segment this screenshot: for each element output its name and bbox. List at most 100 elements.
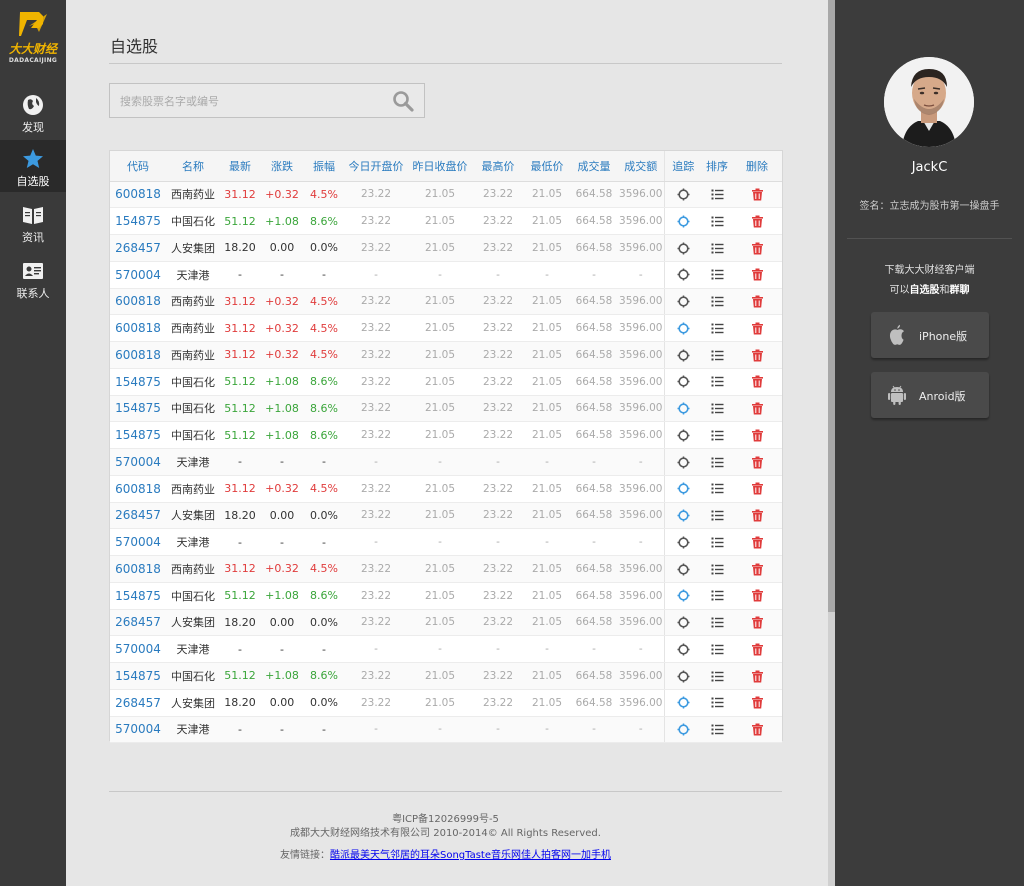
stock-code-link[interactable]: 600818 bbox=[110, 555, 166, 583]
crosshair-icon[interactable] bbox=[677, 268, 690, 281]
stock-code-link[interactable]: 268457 bbox=[110, 609, 166, 637]
stock-code-link[interactable]: 154875 bbox=[110, 395, 166, 423]
trash-icon[interactable] bbox=[751, 482, 764, 495]
stock-code-link[interactable]: 154875 bbox=[110, 421, 166, 449]
trash-icon[interactable] bbox=[751, 723, 764, 736]
trash-icon[interactable] bbox=[751, 402, 764, 415]
trash-icon[interactable] bbox=[751, 563, 764, 576]
stock-code-link[interactable]: 154875 bbox=[110, 662, 166, 690]
crosshair-icon[interactable] bbox=[677, 188, 690, 201]
list-sort-icon[interactable] bbox=[711, 670, 724, 683]
stock-code-link[interactable]: 268457 bbox=[110, 502, 166, 530]
trash-icon[interactable] bbox=[751, 589, 764, 602]
crosshair-icon[interactable] bbox=[677, 429, 690, 442]
trash-icon[interactable] bbox=[751, 696, 764, 709]
trash-icon[interactable] bbox=[751, 456, 764, 469]
search-icon[interactable] bbox=[392, 90, 414, 112]
crosshair-icon[interactable] bbox=[677, 242, 690, 255]
footer-link[interactable]: 酷派最美天气 bbox=[330, 850, 390, 861]
stock-code-link[interactable]: 570004 bbox=[110, 448, 166, 476]
stock-code-link[interactable]: 154875 bbox=[110, 582, 166, 610]
list-sort-icon[interactable] bbox=[711, 375, 724, 388]
trash-icon[interactable] bbox=[751, 268, 764, 281]
trash-icon[interactable] bbox=[751, 215, 764, 228]
trash-icon[interactable] bbox=[751, 670, 764, 683]
stock-code-link[interactable]: 154875 bbox=[110, 368, 166, 396]
trash-icon[interactable] bbox=[751, 643, 764, 656]
footer-link[interactable]: 佳人 bbox=[521, 850, 541, 861]
trash-icon[interactable] bbox=[751, 242, 764, 255]
list-sort-icon[interactable] bbox=[711, 322, 724, 335]
list-sort-icon[interactable] bbox=[711, 723, 724, 736]
avatar[interactable] bbox=[884, 57, 974, 147]
android-download-button[interactable]: Anroid版 bbox=[871, 372, 989, 418]
list-sort-icon[interactable] bbox=[711, 402, 724, 415]
footer-link[interactable]: SongTaste音乐网 bbox=[440, 850, 521, 861]
crosshair-icon[interactable] bbox=[677, 643, 690, 656]
stock-code-link[interactable]: 600818 bbox=[110, 475, 166, 503]
crosshair-icon[interactable] bbox=[677, 696, 690, 709]
stock-code-link[interactable]: 268457 bbox=[110, 234, 166, 262]
search-input[interactable] bbox=[120, 92, 380, 110]
list-sort-icon[interactable] bbox=[711, 589, 724, 602]
trash-icon[interactable] bbox=[751, 375, 764, 388]
list-sort-icon[interactable] bbox=[711, 188, 724, 201]
crosshair-icon[interactable] bbox=[677, 456, 690, 469]
stock-code-link[interactable]: 154875 bbox=[110, 207, 166, 235]
stock-code-link[interactable]: 600818 bbox=[110, 288, 166, 316]
crosshair-icon[interactable] bbox=[677, 563, 690, 576]
list-sort-icon[interactable] bbox=[711, 456, 724, 469]
crosshair-icon[interactable] bbox=[677, 723, 690, 736]
trash-icon[interactable] bbox=[751, 295, 764, 308]
list-sort-icon[interactable] bbox=[711, 482, 724, 495]
list-sort-icon[interactable] bbox=[711, 215, 724, 228]
trash-icon[interactable] bbox=[751, 536, 764, 549]
scrollbar-thumb[interactable] bbox=[828, 0, 835, 612]
list-sort-icon[interactable] bbox=[711, 563, 724, 576]
footer-link[interactable]: 拍客网 bbox=[541, 850, 571, 861]
footer-link[interactable]: 一加手机 bbox=[571, 850, 611, 861]
crosshair-icon[interactable] bbox=[677, 616, 690, 629]
stock-code-link[interactable]: 600818 bbox=[110, 314, 166, 342]
scrollbar-track[interactable] bbox=[828, 0, 835, 886]
stock-code-link[interactable]: 268457 bbox=[110, 689, 166, 717]
crosshair-icon[interactable] bbox=[677, 322, 690, 335]
crosshair-icon[interactable] bbox=[677, 509, 690, 522]
trash-icon[interactable] bbox=[751, 349, 764, 362]
nav-item-watchlist[interactable]: 自选股 bbox=[0, 140, 66, 192]
list-sort-icon[interactable] bbox=[711, 509, 724, 522]
stock-code-link[interactable]: 600818 bbox=[110, 181, 166, 209]
stock-code-link[interactable]: 570004 bbox=[110, 261, 166, 289]
trash-icon[interactable] bbox=[751, 322, 764, 335]
footer-link[interactable]: 邻居的耳朵 bbox=[390, 850, 440, 861]
crosshair-icon[interactable] bbox=[677, 215, 690, 228]
nav-item-news[interactable]: 资讯 bbox=[0, 196, 66, 248]
crosshair-icon[interactable] bbox=[677, 482, 690, 495]
crosshair-icon[interactable] bbox=[677, 536, 690, 549]
list-sort-icon[interactable] bbox=[711, 643, 724, 656]
list-sort-icon[interactable] bbox=[711, 616, 724, 629]
stock-code-link[interactable]: 570004 bbox=[110, 716, 166, 744]
trash-icon[interactable] bbox=[751, 188, 764, 201]
crosshair-icon[interactable] bbox=[677, 670, 690, 683]
list-sort-icon[interactable] bbox=[711, 429, 724, 442]
crosshair-icon[interactable] bbox=[677, 589, 690, 602]
list-sort-icon[interactable] bbox=[711, 268, 724, 281]
nav-item-discover[interactable]: 发现 bbox=[0, 86, 66, 138]
crosshair-icon[interactable] bbox=[677, 375, 690, 388]
iphone-download-button[interactable]: iPhone版 bbox=[871, 312, 989, 358]
stock-code-link[interactable]: 570004 bbox=[110, 528, 166, 556]
trash-icon[interactable] bbox=[751, 509, 764, 522]
brand-logo[interactable]: 大大财经 DADACAIJING bbox=[3, 10, 63, 68]
trash-icon[interactable] bbox=[751, 429, 764, 442]
crosshair-icon[interactable] bbox=[677, 402, 690, 415]
stock-code-link[interactable]: 600818 bbox=[110, 341, 166, 369]
list-sort-icon[interactable] bbox=[711, 295, 724, 308]
nav-item-contacts[interactable]: 联系人 bbox=[0, 252, 66, 304]
crosshair-icon[interactable] bbox=[677, 349, 690, 362]
trash-icon[interactable] bbox=[751, 616, 764, 629]
list-sort-icon[interactable] bbox=[711, 696, 724, 709]
crosshair-icon[interactable] bbox=[677, 295, 690, 308]
stock-code-link[interactable]: 570004 bbox=[110, 635, 166, 663]
list-sort-icon[interactable] bbox=[711, 536, 724, 549]
